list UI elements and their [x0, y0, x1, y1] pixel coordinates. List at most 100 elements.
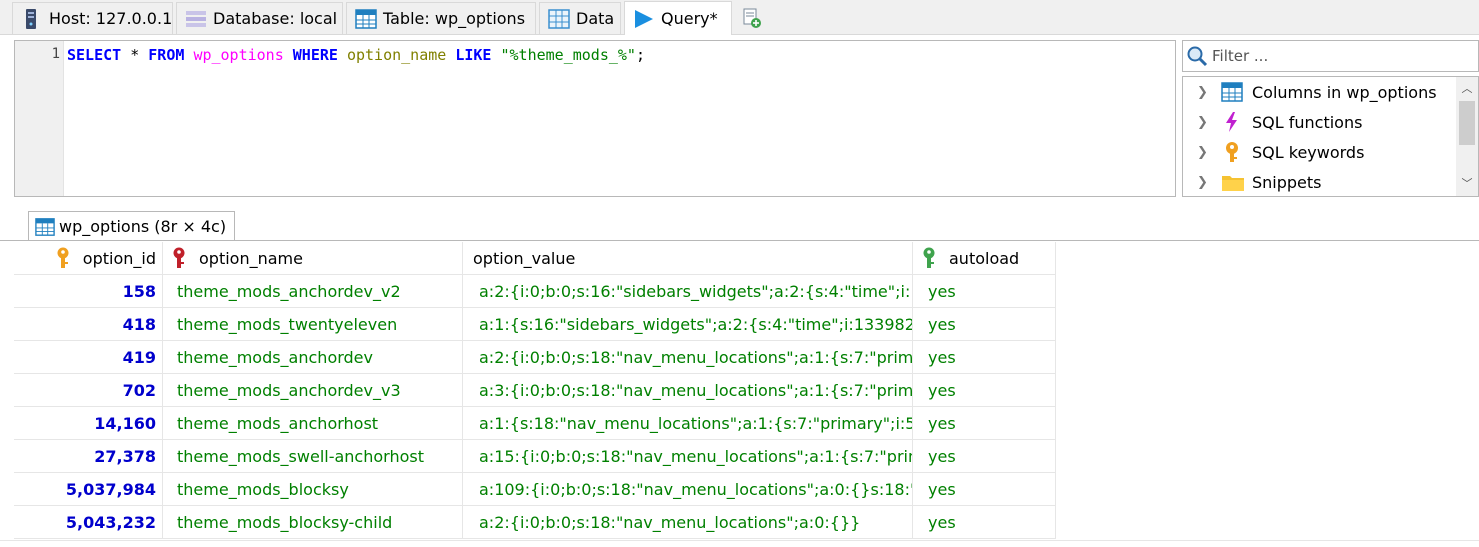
result-divider — [0, 240, 1479, 241]
cell-option-value[interactable]: a:2:{i:0;b:0;s:16:"sidebars_widgets";a:2… — [463, 275, 913, 308]
column-header-label: autoload — [949, 248, 1020, 268]
cell-option-value[interactable]: a:2:{i:0;b:0;s:18:"nav_menu_locations";a… — [463, 341, 913, 374]
sql-column-name: option_name — [346, 46, 447, 64]
table-row[interactable]: 158 theme_mods_anchordev_v2 a:2:{i:0;b:0… — [14, 275, 1056, 308]
column-header-autoload[interactable]: autoload — [913, 242, 1056, 275]
sql-keyword-from: FROM — [148, 46, 185, 64]
cell-autoload[interactable]: yes — [913, 275, 1056, 308]
cell-option-id[interactable]: 5,037,984 — [14, 473, 163, 506]
table-row[interactable]: 14,160 theme_mods_anchorhost a:1:{s:18:"… — [14, 407, 1056, 440]
tab-label: Database: local — [213, 9, 338, 28]
cell-option-value[interactable]: a:15:{i:0;b:0;s:18:"nav_menu_locations";… — [463, 440, 913, 473]
server-icon — [21, 8, 41, 30]
cell-option-name[interactable]: theme_mods_anchordev_v2 — [163, 275, 463, 308]
tab-query[interactable]: Query* — [624, 1, 732, 35]
sql-keyword-where: WHERE — [292, 46, 338, 64]
cell-autoload[interactable]: yes — [913, 506, 1056, 539]
table-row[interactable]: 5,037,984 theme_mods_blocksy a:109:{i:0;… — [14, 473, 1056, 506]
table-icon — [35, 217, 55, 237]
primary-key-icon — [55, 247, 71, 269]
play-icon — [633, 8, 653, 30]
cell-autoload[interactable]: yes — [913, 440, 1056, 473]
cell-option-id[interactable]: 702 — [14, 374, 163, 407]
table-row[interactable]: 5,043,232 theme_mods_blocksy-child a:2:{… — [14, 506, 1056, 539]
chevron-right-icon[interactable]: ❯ — [1197, 175, 1211, 190]
cell-autoload[interactable]: yes — [913, 473, 1056, 506]
cell-option-name[interactable]: theme_mods_twentyeleven — [163, 308, 463, 341]
cell-option-name[interactable]: theme_mods_anchordev_v3 — [163, 374, 463, 407]
table-icon — [355, 8, 377, 30]
cell-option-id[interactable]: 418 — [14, 308, 163, 341]
sql-keyword-select: SELECT — [67, 46, 122, 64]
tab-table[interactable]: Table: wp_options — [346, 2, 536, 34]
line-gutter: 1 — [15, 41, 64, 196]
cell-autoload[interactable]: yes — [913, 341, 1056, 374]
helper-tree: ❯ Columns in wp_options ❯ SQL functions … — [1182, 76, 1479, 197]
scroll-up-icon[interactable]: ︿ — [1456, 80, 1478, 98]
column-header-label: option_id — [82, 248, 156, 268]
cell-option-name[interactable]: theme_mods_anchorhost — [163, 407, 463, 440]
cell-option-name[interactable]: theme_mods_blocksy-child — [163, 506, 463, 539]
cell-option-name[interactable]: theme_mods_blocksy — [163, 473, 463, 506]
tab-label: Host: 127.0.0.1 — [49, 9, 173, 28]
result-tab[interactable]: wp_options (8r × 4c) — [28, 211, 236, 241]
unique-key-icon — [171, 247, 187, 269]
cell-option-name[interactable]: theme_mods_anchordev — [163, 341, 463, 374]
cell-option-value[interactable]: a:109:{i:0;b:0;s:18:"nav_menu_locations"… — [463, 473, 913, 506]
cell-option-value[interactable]: a:3:{i:0;b:0;s:18:"nav_menu_locations";a… — [463, 374, 913, 407]
grid-bottom-line — [0, 540, 1479, 541]
result-tab-label: wp_options (8r × 4c) — [59, 217, 227, 236]
filter-input[interactable] — [1212, 47, 1462, 65]
chevron-right-icon[interactable]: ❯ — [1197, 115, 1211, 130]
cell-option-id[interactable]: 419 — [14, 341, 163, 374]
tab-label: Data — [576, 9, 615, 28]
table-row[interactable]: 27,378 theme_mods_swell-anchorhost a:15:… — [14, 440, 1056, 473]
new-tab-icon — [741, 7, 761, 29]
cell-option-value[interactable]: a:2:{i:0;b:0;s:18:"nav_menu_locations";a… — [463, 506, 913, 539]
helper-scrollbar[interactable]: ︿ ﹀ — [1456, 77, 1478, 196]
grid-icon — [548, 8, 570, 30]
column-header-option-id[interactable]: option_id — [14, 242, 163, 275]
sql-star: * — [121, 46, 149, 64]
tab-host[interactable]: Host: 127.0.0.1 — [12, 2, 173, 34]
helper-item-columns[interactable]: ❯ Columns in wp_options — [1183, 77, 1455, 107]
table-icon — [1221, 81, 1243, 103]
cell-option-value[interactable]: a:1:{s:16:"sidebars_widgets";a:2:{s:4:"t… — [463, 308, 913, 341]
sql-query-line[interactable]: SELECT * FROM wp_options WHERE option_na… — [67, 46, 645, 64]
database-icon — [185, 8, 206, 30]
tab-bar: Host: 127.0.0.1 Database: local Table: w… — [0, 0, 1479, 35]
tab-database[interactable]: Database: local — [176, 2, 343, 34]
grid-header-row: option_id option_name option_value autol… — [14, 242, 1056, 275]
helper-item-sql-keywords[interactable]: ❯ SQL keywords — [1183, 137, 1455, 167]
column-header-option-value[interactable]: option_value — [463, 242, 913, 275]
filter-box — [1182, 40, 1479, 72]
cell-option-id[interactable]: 158 — [14, 275, 163, 308]
cell-autoload[interactable]: yes — [913, 407, 1056, 440]
cell-option-id[interactable]: 14,160 — [14, 407, 163, 440]
cell-option-id[interactable]: 5,043,232 — [14, 506, 163, 539]
table-row[interactable]: 419 theme_mods_anchordev a:2:{i:0;b:0;s:… — [14, 341, 1056, 374]
cell-option-id[interactable]: 27,378 — [14, 440, 163, 473]
chevron-right-icon[interactable]: ❯ — [1197, 145, 1211, 160]
chevron-right-icon[interactable]: ❯ — [1197, 85, 1211, 100]
column-header-option-name[interactable]: option_name — [163, 242, 463, 275]
cell-option-value[interactable]: a:1:{s:18:"nav_menu_locations";a:1:{s:7:… — [463, 407, 913, 440]
helper-item-sql-functions[interactable]: ❯ SQL functions — [1183, 107, 1455, 137]
helper-item-label: SQL keywords — [1252, 142, 1365, 162]
sql-table-name: wp_options — [193, 46, 284, 64]
scrollbar-thumb[interactable] — [1459, 101, 1475, 145]
scroll-down-icon[interactable]: ﹀ — [1456, 175, 1478, 193]
cell-autoload[interactable]: yes — [913, 308, 1056, 341]
tab-label: Query* — [661, 9, 718, 28]
sql-keyword-like: LIKE — [455, 46, 492, 64]
cell-autoload[interactable]: yes — [913, 374, 1056, 407]
table-row[interactable]: 702 theme_mods_anchordev_v3 a:3:{i:0;b:0… — [14, 374, 1056, 407]
helper-item-label: Snippets — [1252, 172, 1322, 192]
helper-item-snippets[interactable]: ❯ Snippets — [1183, 167, 1455, 196]
sql-editor[interactable]: 1 SELECT * FROM wp_options WHERE option_… — [14, 40, 1176, 197]
cell-option-name[interactable]: theme_mods_swell-anchorhost — [163, 440, 463, 473]
lightning-icon — [1221, 111, 1243, 133]
table-row[interactable]: 418 theme_mods_twentyeleven a:1:{s:16:"s… — [14, 308, 1056, 341]
tab-data[interactable]: Data — [539, 2, 621, 34]
new-query-tab-button[interactable] — [735, 2, 769, 34]
